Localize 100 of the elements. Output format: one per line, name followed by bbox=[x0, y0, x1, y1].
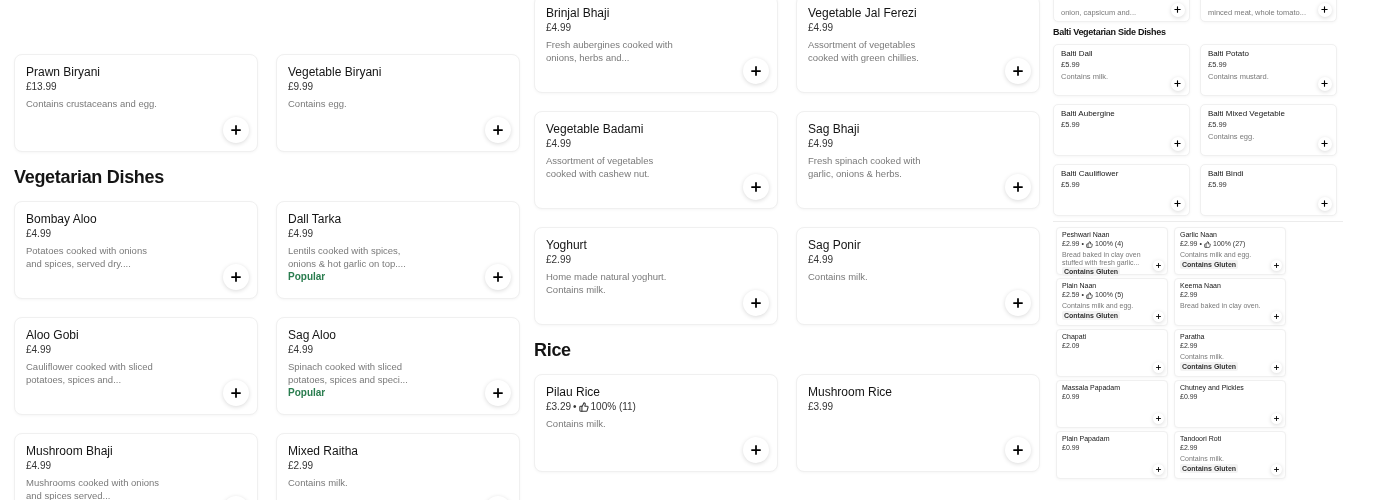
menu-item-card[interactable]: Mixed Raitha £2.99 Contains milk. bbox=[276, 432, 520, 500]
plus-icon bbox=[229, 385, 244, 400]
item-name: Sag Aloo bbox=[288, 326, 338, 343]
item-name: Mixed Raitha bbox=[288, 442, 360, 459]
menu-item-card[interactable]: Vegetable Jal Ferezi £4.99 Assortment of vegetables cooked with green chillies. bbox=[796, 0, 1040, 93]
item-price: £2.99 bbox=[288, 458, 314, 473]
item-price: £4.99 bbox=[288, 342, 314, 357]
item-name: Vegetable Jal Ferezi bbox=[808, 5, 918, 22]
menu-item-card[interactable]: Brinjal Bhaji £4.99 Fresh aubergines cooked with onions, herbs and... bbox=[534, 0, 778, 93]
item-description: Home made natural yoghurt. Contains milk. bbox=[546, 270, 668, 297]
item-price: £4.99 bbox=[808, 137, 834, 152]
menu-item-card[interactable]: Sag Aloo £4.99 Spinach cooked with sliced potatoes, spices and speci... Popular bbox=[276, 316, 520, 415]
item-price: £13.99 bbox=[26, 80, 57, 95]
item-description: Potatoes cooked with onions and spices, served dry.... bbox=[26, 243, 148, 270]
item-price: £4.99 bbox=[808, 253, 834, 268]
item-name: Sag Ponir bbox=[808, 237, 862, 254]
item-name: Yoghurt bbox=[546, 237, 588, 254]
item-description: Assortment of vegetables cooked with cashew nut. bbox=[546, 154, 655, 181]
item-name: Balti Dall bbox=[1061, 48, 1094, 60]
item-name: Balti Mixed Vegetable bbox=[1208, 108, 1286, 120]
item-name: Balti Aubergine bbox=[1061, 108, 1116, 120]
plus-icon bbox=[1011, 180, 1026, 195]
plus-icon bbox=[491, 385, 506, 400]
item-description: Contains milk. bbox=[546, 416, 607, 430]
menu-item-card[interactable]: Yoghurt £2.99 Home made natural yoghurt. Contains milk. bbox=[534, 227, 778, 325]
item-price: £2.99 bbox=[546, 253, 572, 268]
popular-label: Popular bbox=[288, 385, 326, 400]
item-description: Contains egg. bbox=[288, 97, 348, 111]
plus-icon bbox=[1320, 79, 1330, 89]
menu-item-card[interactable]: Dall Tarka £4.99 Lentils cooked with spices, onions & hot garlic on top.... Popular bbox=[276, 200, 520, 299]
item-description: Cauliflower cooked with sliced potatoes, spices and... bbox=[26, 359, 154, 386]
item-price: £4.99 bbox=[546, 137, 572, 152]
item-name: Vegetable Badami bbox=[546, 121, 645, 138]
item-price: £4.99 bbox=[288, 226, 314, 241]
section-heading: Rice bbox=[534, 340, 572, 362]
item-name: Dall Tarka bbox=[288, 210, 343, 227]
item-name: Bombay Aloo bbox=[26, 210, 98, 227]
item-description: Contains milk. bbox=[808, 270, 869, 284]
plus-icon bbox=[749, 180, 764, 195]
item-description: Spinach cooked with sliced potatoes, spices and speci... bbox=[288, 359, 409, 386]
plus-icon bbox=[749, 296, 764, 311]
item-name: Prawn Biryani bbox=[26, 64, 102, 81]
item-price: £4.99 bbox=[546, 21, 572, 36]
menu-item-card[interactable]: Mushroom Rice £3.99 bbox=[796, 373, 1040, 472]
menu-item-card[interactable]: Bombay Aloo £4.99 Potatoes cooked with onions and spices, served dry.... bbox=[14, 200, 258, 299]
plus-icon bbox=[1011, 296, 1026, 311]
plus-icon bbox=[491, 123, 506, 138]
separator-dot: • bbox=[573, 399, 577, 414]
menu-item-card[interactable]: Pilau Rice £3.29 • 100% (11) Contains milk. bbox=[534, 373, 778, 472]
menu-item-card[interactable]: Mushroom Bhaji £4.99 Mushrooms cooked with onions and spices served... bbox=[14, 432, 258, 500]
item-rating: 100% (11) bbox=[590, 399, 636, 414]
plus-icon bbox=[1173, 199, 1183, 209]
item-description: Mushrooms cooked with onions and spices served... bbox=[26, 475, 161, 500]
item-name: Balti Bindi bbox=[1208, 168, 1245, 180]
item-description: Lentils cooked with spices, onions & hot garlic on top.... bbox=[288, 243, 407, 270]
plus-icon bbox=[1173, 5, 1183, 15]
item-description: Assortment of vegetables cooked with green chillies. bbox=[808, 38, 920, 65]
plus-icon bbox=[1011, 442, 1026, 457]
item-name: Pilau Rice bbox=[546, 383, 602, 400]
plus-icon bbox=[1320, 139, 1330, 149]
item-name: Balti Potato bbox=[1208, 48, 1250, 60]
popular-label: Popular bbox=[288, 269, 326, 284]
section-heading: Balti Vegetarian Side Dishes bbox=[1053, 27, 1167, 38]
menu-item-card[interactable]: Prawn Biryani £13.99 Contains crustaceans and egg. bbox=[14, 54, 258, 152]
item-price: £4.99 bbox=[26, 342, 52, 357]
section-heading: Vegetarian Dishes bbox=[14, 167, 165, 189]
item-description: Fresh aubergines cooked with onions, herbs and... bbox=[546, 38, 674, 65]
item-price: £4.99 bbox=[26, 458, 52, 473]
item-description: Contains crustaceans and egg. bbox=[26, 97, 158, 111]
item-name: Mushroom Bhaji bbox=[26, 442, 114, 459]
item-description: Contains milk. bbox=[288, 475, 349, 489]
item-name: Brinjal Bhaji bbox=[546, 5, 611, 22]
thumbs-up-icon bbox=[1086, 291, 1093, 299]
item-name: Vegetable Biryani bbox=[288, 64, 383, 81]
thumbs-up-icon bbox=[1204, 240, 1211, 248]
plus-icon bbox=[229, 269, 244, 284]
plus-icon bbox=[1320, 5, 1330, 15]
item-name: Sag Bhaji bbox=[808, 121, 861, 138]
plus-icon bbox=[749, 442, 764, 457]
plus-icon bbox=[229, 123, 244, 138]
plus-icon bbox=[1320, 199, 1330, 209]
item-price: £4.99 bbox=[26, 226, 52, 241]
item-name: Balti Cauliflower bbox=[1061, 168, 1120, 180]
menu-item-card[interactable]: Vegetable Biryani £9.99 Contains egg. bbox=[276, 54, 520, 152]
menu-item-card[interactable]: Sag Bhaji £4.99 Fresh spinach cooked with garlic, onions & herbs. bbox=[796, 111, 1040, 209]
plus-icon bbox=[1173, 79, 1183, 89]
item-price: £9.99 bbox=[288, 80, 314, 95]
item-description: Fresh spinach cooked with garlic, onions & herbs. bbox=[808, 154, 922, 181]
menu-item-card[interactable]: Sag Ponir £4.99 Contains milk. bbox=[796, 227, 1040, 325]
item-price: £3.29 bbox=[546, 399, 572, 414]
menu-item-card[interactable]: Vegetable Badami £4.99 Assortment of vegetables cooked with cashew nut. bbox=[534, 111, 778, 209]
plus-icon bbox=[1011, 64, 1026, 79]
plus-icon bbox=[1173, 139, 1183, 149]
item-price: £3.99 bbox=[808, 399, 834, 414]
thumbs-up-icon bbox=[578, 401, 589, 412]
plus-icon bbox=[749, 64, 764, 79]
item-name: Aloo Gobi bbox=[26, 326, 80, 343]
plus-icon bbox=[491, 269, 506, 284]
thumbs-up-icon bbox=[1086, 240, 1093, 248]
menu-item-card[interactable]: Aloo Gobi £4.99 Cauliflower cooked with sliced potatoes, spices and... bbox=[14, 316, 258, 415]
